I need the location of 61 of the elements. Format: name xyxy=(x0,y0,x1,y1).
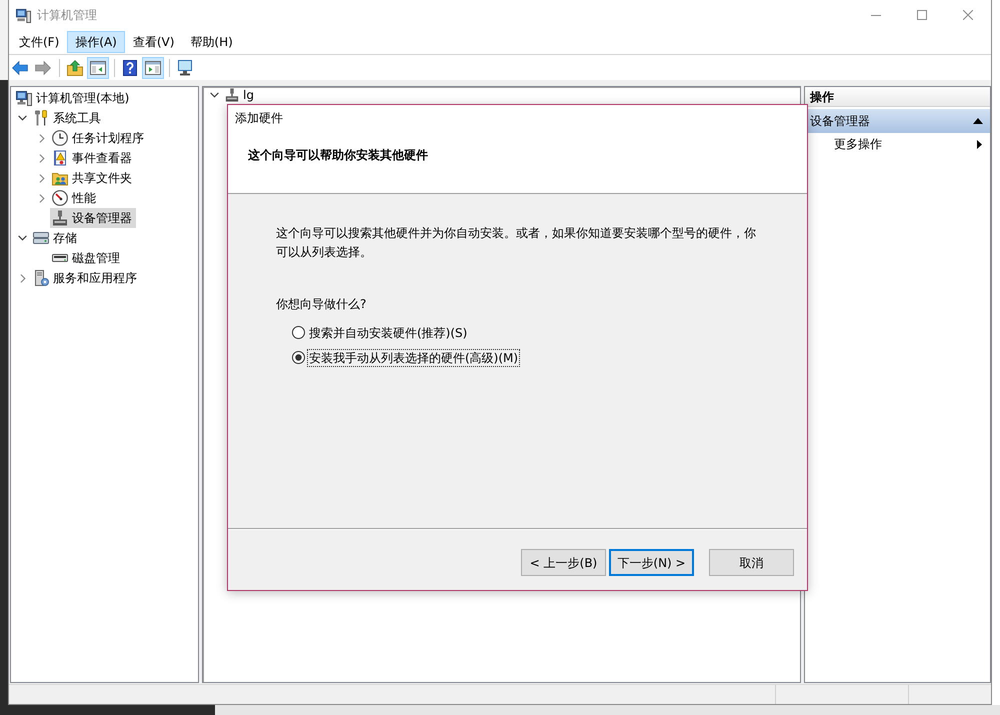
tree-item[interactable]: 计算机管理(本地) xyxy=(14,88,134,108)
folder-up-icon xyxy=(67,60,83,76)
chevron-right-icon[interactable] xyxy=(38,174,44,182)
forward-arrow-icon xyxy=(35,60,51,76)
chevron-right-icon[interactable] xyxy=(38,194,44,202)
toolbar-button[interactable] xyxy=(142,56,164,78)
tree-item[interactable]: 共享文件夹 xyxy=(50,168,136,188)
tree-item[interactable]: 存储 xyxy=(31,228,81,248)
shared-folder-icon xyxy=(52,170,68,186)
window-title: 计算机管理 xyxy=(37,7,97,24)
menu-item[interactable]: 文件(F) xyxy=(11,31,68,53)
chevron-right-icon[interactable] xyxy=(38,154,44,162)
radio-button[interactable] xyxy=(292,351,305,364)
computer-icon xyxy=(16,90,32,106)
tools-icon xyxy=(33,110,49,126)
toolbar-button[interactable] xyxy=(87,56,109,78)
back-button[interactable]: < 上一步(B) xyxy=(521,549,606,576)
option-label[interactable]: 安装我手动从列表选择的硬件(高级)(M) xyxy=(307,348,520,366)
back-arrow-icon xyxy=(12,60,28,76)
computer-management-icon xyxy=(16,8,31,22)
chevron-down-icon[interactable] xyxy=(18,115,27,121)
right-pane-window-icon xyxy=(145,60,161,76)
tree-item[interactable]: 系统工具 xyxy=(31,108,105,128)
menu-item[interactable]: 帮助(H) xyxy=(182,31,241,53)
server-gear-icon xyxy=(33,270,49,286)
action-item[interactable]: 更多操作 xyxy=(807,133,990,155)
actions-pane-header: 操作 xyxy=(805,87,990,107)
next-button[interactable]: 下一步(N) > xyxy=(609,549,694,576)
option-label[interactable]: 搜索并自动安装硬件(推荐)(S) xyxy=(307,324,470,342)
maximize-icon xyxy=(917,10,927,20)
tree-item[interactable]: 任务计划程序 xyxy=(50,128,148,148)
chevron-down-icon[interactable] xyxy=(18,235,27,241)
tree-item[interactable]: 服务和应用程序 xyxy=(31,268,141,288)
tree-item[interactable]: lg xyxy=(223,87,258,103)
storage-drives-icon xyxy=(33,230,49,246)
wizard-heading: 这个向导可以帮助你安装其他硬件 xyxy=(248,148,428,162)
menu-item[interactable]: 查看(V) xyxy=(124,31,182,53)
chevron-down-icon[interactable] xyxy=(210,92,219,98)
wizard-question: 你想向导做什么? xyxy=(276,297,366,311)
action-section-header[interactable]: 设备管理器 xyxy=(807,109,990,133)
radio-button[interactable] xyxy=(292,326,305,339)
clock-icon xyxy=(52,130,68,146)
tree-item[interactable]: 磁盘管理 xyxy=(50,248,124,268)
wizard-description: 这个向导可以搜索其他硬件并为你自动安装。或者，如果你知道要安装哪个型号的硬件，你可以从列表选择。 xyxy=(276,225,757,261)
device-icon xyxy=(225,88,239,102)
device-icon xyxy=(52,210,68,226)
dialog-title: 添加硬件 xyxy=(235,111,283,125)
tree-item[interactable]: 性能 xyxy=(50,188,100,208)
help-icon xyxy=(122,60,138,76)
tree-item[interactable]: 事件查看器 xyxy=(50,148,136,168)
close-icon xyxy=(963,10,973,20)
tree-item[interactable]: 设备管理器 xyxy=(50,208,136,228)
cancel-button[interactable]: 取消 xyxy=(709,549,794,576)
menu-item[interactable]: 操作(A) xyxy=(67,31,125,53)
monitor-icon xyxy=(177,60,193,76)
left-pane-window-icon xyxy=(90,60,106,76)
gauge-icon xyxy=(52,190,68,206)
minimize-icon xyxy=(871,14,881,16)
chevron-right-icon[interactable] xyxy=(38,134,44,142)
log-book-icon xyxy=(52,150,68,166)
chevron-right-icon[interactable] xyxy=(20,274,26,282)
